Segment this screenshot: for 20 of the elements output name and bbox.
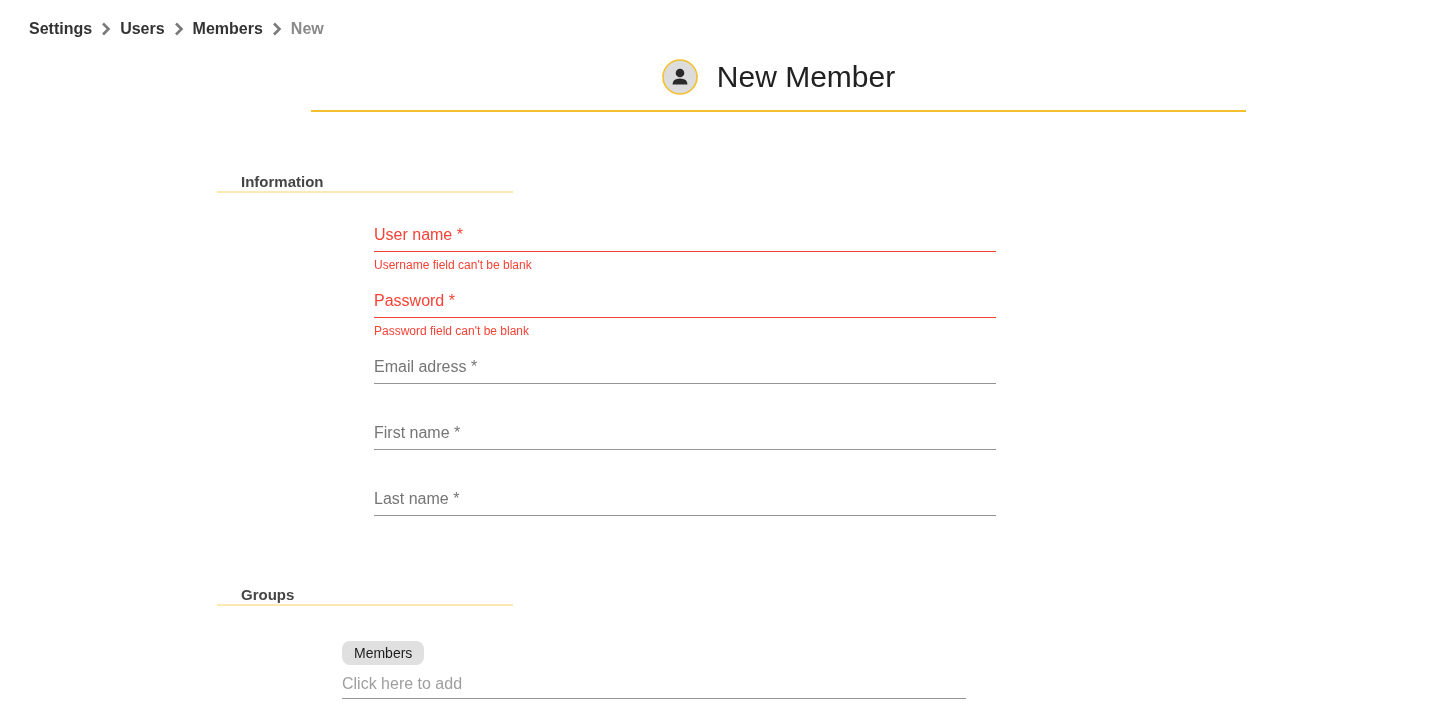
- group-chip[interactable]: Members: [342, 641, 425, 665]
- text-field[interactable]: User name *: [374, 225, 996, 252]
- breadcrumb-link[interactable]: Settings: [29, 19, 93, 39]
- chevron-right-icon: [173, 22, 184, 36]
- add-group-field[interactable]: Click here to add: [342, 670, 966, 699]
- text-field[interactable]: First name *: [374, 423, 996, 450]
- page-title: New Member: [716, 59, 896, 95]
- text-field[interactable]: Last name *: [374, 489, 996, 516]
- breadcrumb-link[interactable]: Users: [120, 19, 165, 39]
- section-heading: Information: [217, 173, 513, 193]
- breadcrumb-link[interactable]: Members: [192, 19, 263, 39]
- error-message: Password field can't be blank: [374, 324, 530, 338]
- chevron-right-icon: [101, 22, 112, 36]
- section-heading: Groups: [217, 586, 513, 606]
- error-message: Username field can't be blank: [374, 258, 532, 272]
- person-icon: [661, 59, 698, 95]
- breadcrumb-current: New: [290, 19, 324, 39]
- chevron-right-icon: [271, 22, 282, 36]
- text-field[interactable]: Password *: [374, 291, 996, 318]
- text-field[interactable]: Email adress *: [374, 357, 996, 384]
